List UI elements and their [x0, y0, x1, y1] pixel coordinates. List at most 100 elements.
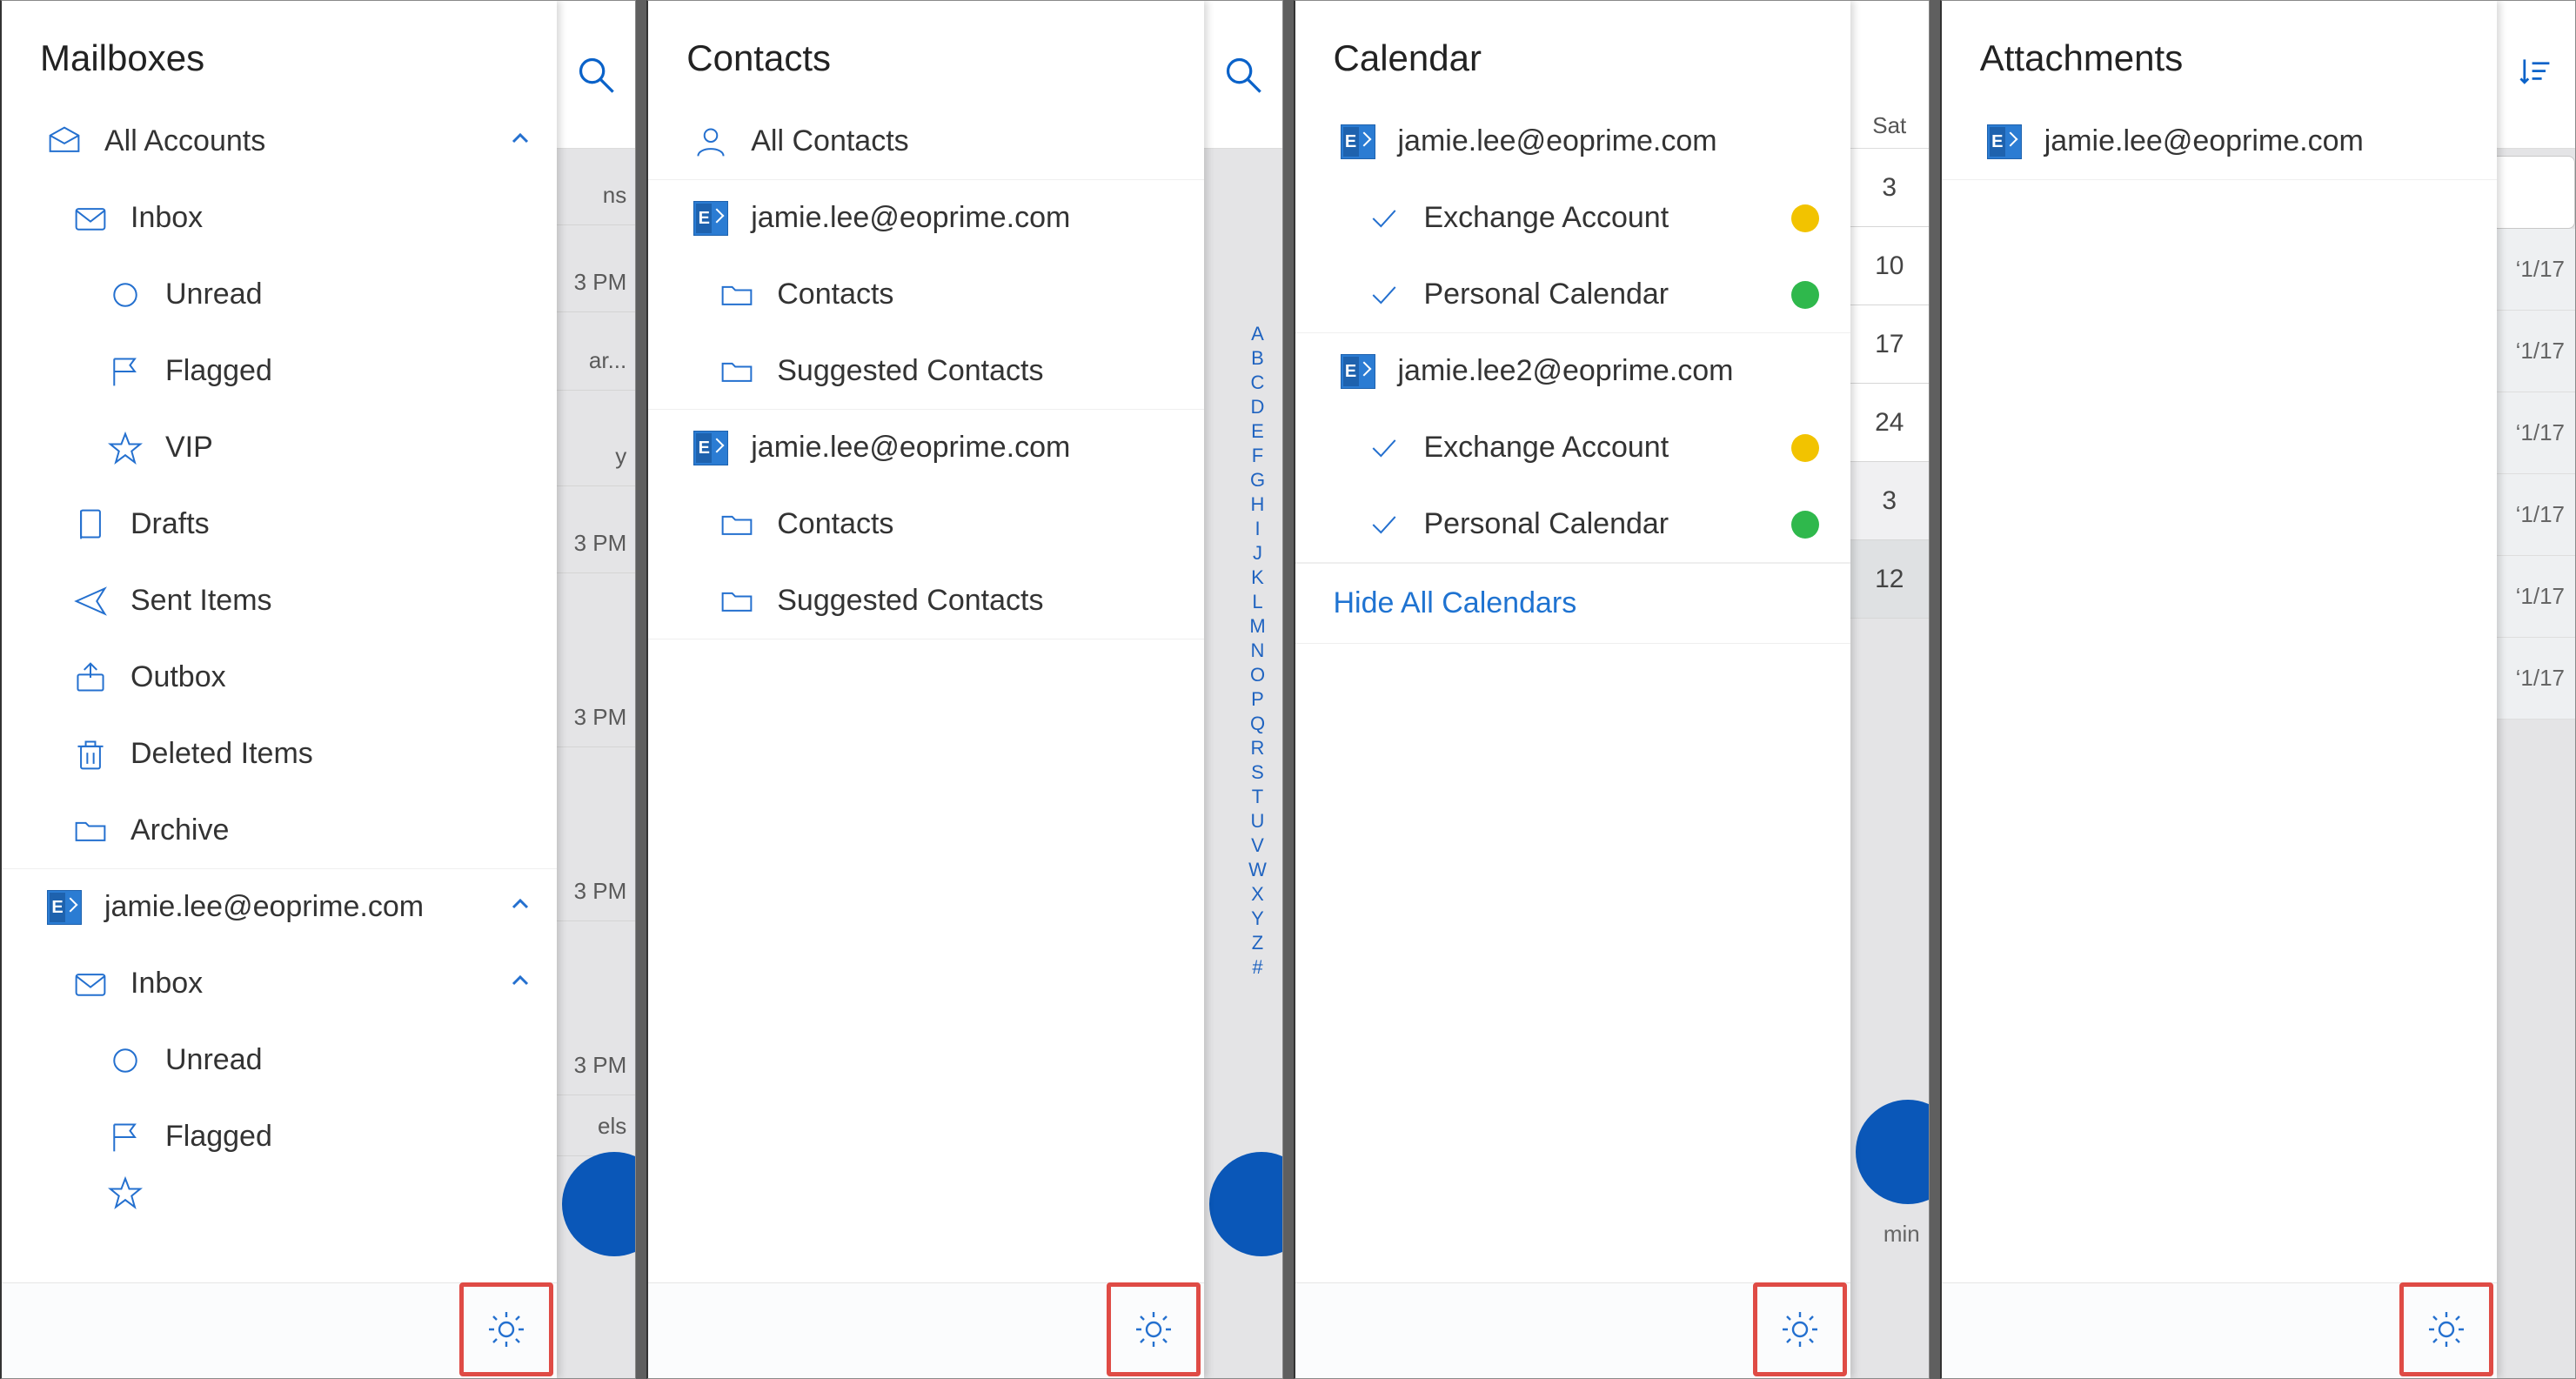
add-contact-fab[interactable]	[1209, 1152, 1283, 1256]
check-icon	[1360, 278, 1408, 312]
index-letter[interactable]: T	[1252, 786, 1263, 808]
chevron-up-icon[interactable]	[508, 967, 532, 1001]
all-contacts-row[interactable]: All Contacts	[648, 104, 1203, 180]
index-letter[interactable]: R	[1251, 737, 1265, 760]
personal-calendar-row-1[interactable]: Personal Calendar	[1295, 257, 1850, 333]
mail-bg-snippet: y	[557, 427, 635, 486]
calendar-account-2[interactable]: jamie.lee2@eoprime.com	[1295, 333, 1850, 410]
chevron-up-icon[interactable]	[508, 124, 532, 158]
account-row-1[interactable]: jamie.lee@eoprime.com	[2, 869, 557, 946]
calendar-account-1[interactable]: jamie.lee@eoprime.com	[1295, 104, 1850, 180]
index-letter[interactable]: #	[1252, 956, 1262, 979]
index-letter[interactable]: J	[1253, 542, 1262, 565]
calendar-date-cell[interactable]: 17	[1850, 305, 1929, 384]
index-letter[interactable]: Q	[1250, 713, 1265, 735]
settings-button[interactable]	[2399, 1282, 2493, 1376]
index-letter[interactable]: V	[1251, 834, 1264, 857]
index-letter[interactable]: W	[1248, 859, 1267, 881]
contacts-folder-row-2[interactable]: Contacts	[648, 486, 1203, 563]
index-letter[interactable]: Y	[1251, 907, 1264, 930]
alphabet-index[interactable]: A B C D E F G H I J K L M N O P Q R S T	[1241, 323, 1275, 979]
index-letter[interactable]: S	[1251, 761, 1264, 784]
send-icon	[66, 584, 115, 619]
mailboxes-panel-window: ns 3 PM ar... y 3 PM 3 PM 3 PM 3 PM els …	[0, 0, 636, 1379]
calendar-date-cell[interactable]: 24	[1850, 384, 1929, 462]
contacts-account-2[interactable]: jamie.lee@eoprime.com	[648, 410, 1203, 486]
unread-label: Unread	[165, 278, 532, 311]
index-letter[interactable]: P	[1251, 688, 1264, 711]
gear-icon	[1779, 1309, 1821, 1350]
index-letter[interactable]: M	[1249, 615, 1265, 638]
attachments-account-row[interactable]: jamie.lee@eoprime.com	[1942, 104, 2497, 180]
inbox-row[interactable]: Inbox	[2, 180, 557, 257]
settings-button[interactable]	[1107, 1282, 1201, 1376]
outbox-row[interactable]: Outbox	[2, 639, 557, 716]
index-letter[interactable]: E	[1251, 420, 1264, 443]
index-letter[interactable]: N	[1251, 639, 1265, 662]
account-flagged-row[interactable]: Flagged	[2, 1099, 557, 1175]
calendar-bg-header: Sat	[1850, 1, 1929, 149]
contacts-account-1[interactable]: jamie.lee@eoprime.com	[648, 180, 1203, 257]
personal-calendar-row-2[interactable]: Personal Calendar	[1295, 486, 1850, 563]
exchange-calendar-row-2[interactable]: Exchange Account	[1295, 410, 1850, 486]
deleted-label: Deleted Items	[130, 737, 532, 771]
search-icon[interactable]	[575, 54, 617, 96]
index-letter[interactable]: Z	[1252, 932, 1263, 954]
contacts-folder-row[interactable]: Contacts	[648, 257, 1203, 333]
attachment-bg-row	[2497, 156, 2575, 229]
index-letter[interactable]: G	[1250, 469, 1265, 492]
deleted-row[interactable]: Deleted Items	[2, 716, 557, 793]
drawer-title-attachments: Attachments	[1942, 1, 2497, 104]
compose-fab[interactable]	[562, 1152, 636, 1256]
all-contacts-label: All Contacts	[751, 124, 1179, 158]
sent-row[interactable]: Sent Items	[2, 563, 557, 639]
attachment-bg-row: ‘1/17	[2497, 556, 2575, 638]
account-vip-row-partial[interactable]	[2, 1175, 557, 1228]
star-icon	[101, 431, 150, 465]
envelope-icon	[66, 201, 115, 236]
chevron-up-icon[interactable]	[508, 890, 532, 924]
all-accounts-label: All Accounts	[104, 124, 508, 158]
account-unread-row[interactable]: Unread	[2, 1022, 557, 1099]
add-event-fab[interactable]	[1856, 1100, 1930, 1204]
suggested-contacts-row-2[interactable]: Suggested Contacts	[648, 563, 1203, 639]
drafts-row[interactable]: Drafts	[2, 486, 557, 563]
index-letter[interactable]: A	[1251, 323, 1264, 345]
sort-icon[interactable]	[2517, 56, 2555, 94]
calendar-date-cell[interactable]: 3	[1850, 149, 1929, 227]
flagged-row[interactable]: Flagged	[2, 333, 557, 410]
index-letter[interactable]: H	[1251, 493, 1265, 516]
index-letter[interactable]: L	[1252, 591, 1262, 613]
exchange-calendar-label: Exchange Account	[1424, 431, 1791, 465]
exchange-calendar-row-1[interactable]: Exchange Account	[1295, 180, 1850, 257]
index-letter[interactable]: F	[1252, 445, 1263, 467]
unread-row[interactable]: Unread	[2, 257, 557, 333]
index-letter[interactable]: X	[1251, 883, 1264, 906]
account-inbox-row[interactable]: Inbox	[2, 946, 557, 1022]
archive-row[interactable]: Archive	[2, 793, 557, 869]
index-letter[interactable]: D	[1251, 396, 1265, 418]
index-letter[interactable]: I	[1255, 518, 1260, 540]
account-label: jamie.lee@eoprime.com	[751, 431, 1179, 465]
calendar-date-cell[interactable]: 3	[1850, 462, 1929, 540]
all-accounts-row[interactable]: All Accounts	[2, 104, 557, 180]
check-icon	[1360, 507, 1408, 542]
hide-all-calendars-link[interactable]: Hide All Calendars	[1295, 563, 1850, 644]
cal-min-label: min	[1883, 1221, 1920, 1248]
vip-row[interactable]: VIP	[2, 410, 557, 486]
index-letter[interactable]: B	[1251, 347, 1264, 370]
mail-bg-snippet: 3 PM	[557, 514, 635, 573]
index-letter[interactable]: K	[1251, 566, 1264, 589]
mail-bg-snippet: ar...	[557, 331, 635, 391]
calendar-date-cell[interactable]: 12	[1850, 540, 1929, 619]
index-letter[interactable]: O	[1250, 664, 1265, 686]
outbox-label: Outbox	[130, 660, 532, 694]
index-letter[interactable]: U	[1251, 810, 1265, 833]
exchange-icon	[686, 201, 735, 236]
search-icon[interactable]	[1222, 54, 1264, 96]
settings-button[interactable]	[459, 1282, 553, 1376]
settings-button[interactable]	[1753, 1282, 1847, 1376]
suggested-contacts-row[interactable]: Suggested Contacts	[648, 333, 1203, 410]
index-letter[interactable]: C	[1251, 372, 1265, 394]
calendar-date-cell[interactable]: 10	[1850, 227, 1929, 305]
